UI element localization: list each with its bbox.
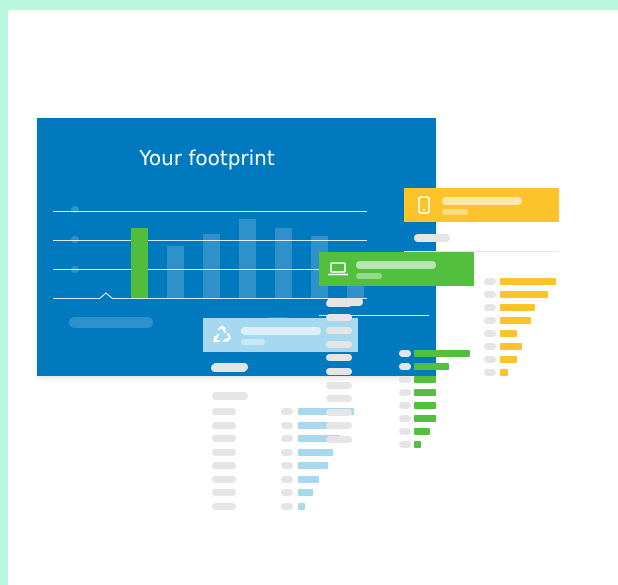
value-placeholder bbox=[326, 327, 352, 335]
laptop-label-line bbox=[356, 261, 436, 269]
placeholder-pill bbox=[212, 392, 248, 400]
row-value-placeholder bbox=[281, 475, 293, 483]
row-label-placeholder bbox=[212, 489, 236, 496]
row-value-placeholder bbox=[281, 462, 293, 469]
row-bar bbox=[298, 489, 313, 496]
y-axis-ticks bbox=[71, 206, 81, 296]
row-bar bbox=[414, 350, 470, 357]
phone-icon bbox=[418, 196, 430, 214]
row-label-placeholder bbox=[399, 415, 411, 422]
phone-card[interactable] bbox=[404, 188, 559, 222]
laptop-sub-line bbox=[356, 273, 382, 279]
row-label-placeholder bbox=[399, 389, 411, 396]
row-bar bbox=[500, 343, 522, 350]
row-label-placeholder bbox=[484, 356, 496, 363]
phone-sub-line bbox=[442, 209, 468, 215]
row-bar bbox=[414, 402, 436, 409]
row-label-placeholder bbox=[484, 330, 496, 337]
chart-column bbox=[239, 219, 256, 298]
row-bar bbox=[414, 428, 430, 435]
row-label-placeholder bbox=[399, 376, 411, 383]
row-bar bbox=[500, 304, 535, 311]
value-placeholder bbox=[326, 340, 352, 348]
row-label-placeholder bbox=[212, 421, 236, 429]
row-bar bbox=[500, 317, 531, 324]
row-bar bbox=[414, 441, 421, 448]
highlighted-column bbox=[131, 228, 148, 298]
row-value-placeholder bbox=[281, 421, 293, 429]
row-bar bbox=[500, 278, 556, 285]
row-label-placeholder bbox=[484, 304, 496, 311]
value-placeholder bbox=[326, 354, 352, 362]
value-placeholder bbox=[326, 300, 352, 307]
row-label-placeholder bbox=[399, 363, 411, 370]
row-label-placeholder bbox=[484, 291, 496, 298]
row-value-placeholder bbox=[281, 448, 293, 456]
phone-label-line bbox=[442, 197, 522, 205]
row-bar bbox=[298, 502, 305, 510]
value-placeholder bbox=[326, 313, 352, 321]
row-bar bbox=[414, 363, 449, 370]
value-placeholder bbox=[326, 395, 352, 403]
laptop-card[interactable] bbox=[319, 252, 474, 286]
value-placeholder bbox=[326, 408, 352, 416]
row-label-placeholder bbox=[212, 435, 236, 442]
value-placeholder-list bbox=[326, 300, 356, 450]
legend-placeholder bbox=[69, 317, 153, 328]
row-bar bbox=[298, 462, 328, 469]
row-label-placeholder bbox=[212, 462, 236, 469]
row-label-placeholder bbox=[484, 369, 496, 376]
row-value-placeholder bbox=[281, 502, 293, 510]
phone-header-pill bbox=[414, 234, 450, 242]
value-placeholder bbox=[326, 422, 352, 430]
recycle-label-line bbox=[241, 327, 321, 335]
row-label-placeholder bbox=[484, 317, 496, 324]
row-label-placeholder bbox=[484, 278, 496, 285]
chart-column bbox=[167, 246, 184, 298]
row-bar bbox=[298, 475, 319, 483]
row-value-placeholder bbox=[281, 435, 293, 442]
chart-column bbox=[275, 228, 292, 298]
row-bar bbox=[500, 330, 517, 337]
value-placeholder bbox=[326, 368, 352, 375]
recycle-icon bbox=[213, 325, 232, 342]
row-label-placeholder bbox=[212, 408, 236, 415]
chart-column bbox=[203, 234, 220, 298]
row-label-placeholder bbox=[212, 502, 236, 510]
illustration: Your footprint bbox=[8, 10, 618, 585]
row-bar bbox=[414, 415, 436, 422]
row-label-placeholder bbox=[212, 475, 236, 483]
baseline-caret-icon bbox=[99, 292, 113, 300]
value-placeholder bbox=[326, 381, 352, 389]
row-label-placeholder bbox=[399, 350, 411, 357]
value-placeholder bbox=[326, 436, 352, 443]
row-label-placeholder bbox=[212, 448, 236, 456]
row-label-placeholder bbox=[399, 441, 411, 448]
row-label-placeholder bbox=[399, 402, 411, 409]
row-bar bbox=[500, 291, 548, 298]
row-bar bbox=[500, 369, 508, 376]
row-bar bbox=[414, 389, 436, 396]
row-bar bbox=[500, 356, 517, 363]
placeholder-pill bbox=[212, 363, 248, 371]
row-label-placeholder bbox=[484, 343, 496, 350]
row-value-placeholder bbox=[281, 408, 293, 415]
page-title: Your footprint bbox=[139, 146, 275, 170]
laptop-icon bbox=[328, 262, 348, 276]
row-label-placeholder bbox=[399, 428, 411, 435]
row-bar bbox=[414, 376, 436, 383]
recycle-sub-line bbox=[241, 339, 265, 345]
row-value-placeholder bbox=[281, 489, 293, 496]
